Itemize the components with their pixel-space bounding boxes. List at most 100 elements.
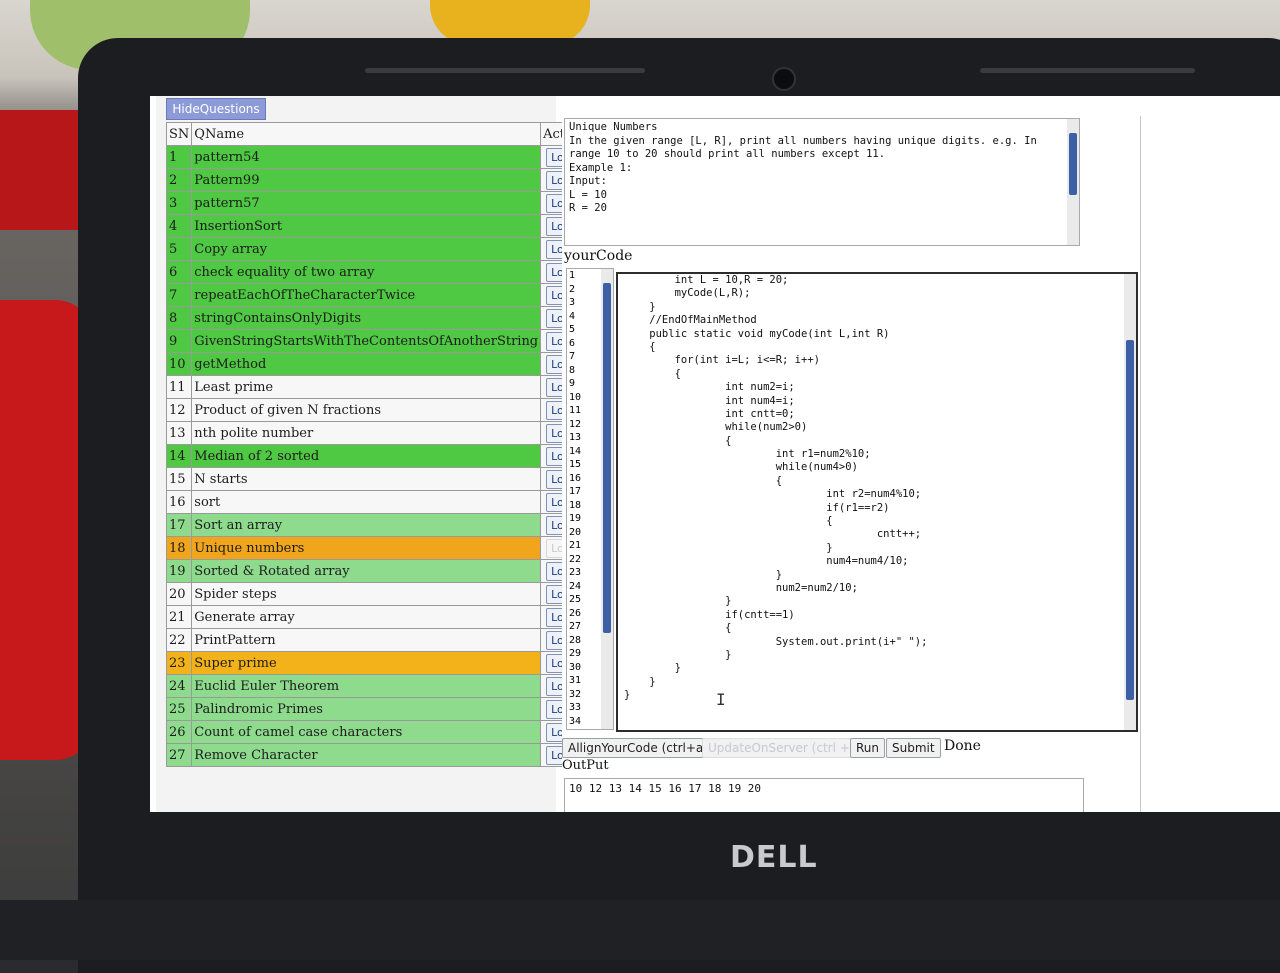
scrollbar-thumb[interactable] (1069, 133, 1077, 195)
code-line: public static void myCode(int L,int R) (624, 327, 890, 340)
row-qname: Spider steps (191, 582, 542, 606)
question-row: 9 GivenStringStartsWithTheContentsOfAnoth… (165, 329, 589, 353)
run-button[interactable]: Run (850, 738, 886, 758)
question-row: 4InsertionSortLoad (165, 214, 589, 238)
question-row: 14Median of 2 sortedLoad (165, 444, 589, 468)
header-qname: QName (191, 122, 542, 146)
question-row: 8stringContainsOnlyDigitsLoad (165, 306, 589, 330)
row-qname: repeatEachOfTheCharacterTwice (191, 283, 542, 307)
row-sn: 26 (165, 720, 193, 744)
code-line: { (624, 622, 732, 635)
text-cursor-icon: I (716, 690, 726, 709)
question-row: 7repeatEachOfTheCharacterTwiceLoad (165, 283, 589, 307)
code-editor[interactable]: int L = 10,R = 20; myCode(L,R); } //EndO… (616, 272, 1138, 732)
code-line: } (624, 675, 656, 688)
description-scrollbar[interactable] (1067, 119, 1079, 245)
gutter-scrollbar[interactable] (601, 269, 613, 729)
question-row: 17Sort an arrayLoad (165, 513, 589, 537)
row-qname: Median of 2 sorted (191, 444, 542, 468)
row-sn: 7 (165, 283, 193, 307)
webcam-icon (772, 67, 796, 91)
code-line: { (624, 474, 783, 487)
code-line: int num2=i; (624, 381, 795, 394)
row-qname: Sort an array (191, 513, 542, 537)
row-qname: Remove Character (191, 743, 542, 767)
row-sn: 4 (165, 214, 193, 238)
question-row: 1pattern54Load (165, 145, 589, 169)
code-line: if(cntt==1) (624, 608, 795, 621)
align-code-button[interactable]: AllignYourCode (ctrl+a) (562, 738, 714, 758)
code-line: cntt++; (624, 528, 922, 541)
row-qname: nth polite number (191, 421, 542, 445)
question-row: 5Copy arrayLoad (165, 237, 589, 261)
code-line: for(int i=L; i<=R; i++) (624, 354, 820, 367)
row-sn: 12 (165, 398, 193, 422)
row-sn: 21 (165, 605, 193, 629)
submit-button[interactable]: Submit (886, 738, 941, 758)
description-line: Example 1: (569, 161, 633, 174)
code-line: } (624, 541, 833, 554)
code-line: while(num4>0) (624, 461, 858, 474)
row-qname: pattern54 (191, 145, 542, 169)
description-line: Unique Numbers (569, 121, 658, 133)
question-row: 24Euclid Euler TheoremLoad (165, 674, 589, 698)
row-qname: Product of given N fractions (191, 398, 542, 422)
description-line: Input: (569, 175, 607, 187)
update-on-server-button[interactable]: UpdateOnServer (ctrl + s) (702, 738, 871, 758)
code-line: } (624, 300, 656, 313)
row-sn: 18 (165, 536, 193, 560)
row-qname: Super prime (191, 651, 542, 675)
panel-divider (1140, 116, 1141, 812)
row-qname: InsertionSort (191, 214, 542, 238)
question-row: 3pattern57Load (165, 191, 589, 215)
question-row: 18Unique numbersLoad (165, 536, 589, 560)
row-sn: 5 (165, 237, 193, 261)
question-row: 10getMethodLoad (165, 352, 589, 376)
code-line: } (624, 595, 732, 608)
row-qname: stringContainsOnlyDigits (191, 306, 542, 330)
row-qname: Copy array (191, 237, 542, 261)
code-line: int num4=i; (624, 394, 795, 407)
row-sn: 9 (165, 329, 193, 353)
row-qname: Unique numbers (191, 536, 542, 560)
row-qname: check equality of two array (191, 260, 542, 284)
code-line: num4=num4/10; (624, 555, 909, 568)
question-row: 21Generate arrayLoad (165, 605, 589, 629)
row-sn: 19 (165, 559, 193, 583)
row-qname: Least prime (191, 375, 542, 399)
screen: HideQuestions SN QName Action 1pattern54… (150, 96, 1280, 812)
row-sn: 16 (165, 490, 193, 514)
question-description: Unique Numbers In the given range [L, R],… (564, 118, 1080, 246)
hide-questions-button[interactable]: HideQuestions (166, 98, 266, 120)
row-sn: 20 (165, 582, 193, 606)
question-list-panel: HideQuestions SN QName Action 1pattern54… (156, 96, 589, 812)
row-sn: 17 (165, 513, 193, 537)
scrollbar-thumb[interactable] (1126, 340, 1134, 700)
row-qname: Count of camel case characters (191, 720, 542, 744)
description-line: range 10 to 20 should print all numbers … (569, 148, 886, 160)
bezel-detail (365, 68, 645, 73)
code-line: num2=num2/10; (624, 581, 858, 594)
row-sn: 2 (165, 168, 193, 192)
row-sn: 1 (165, 145, 193, 169)
code-line: int L = 10,R = 20; (624, 274, 789, 286)
row-sn: 13 (165, 421, 193, 445)
question-row: 6check equality of two arrayLoad (165, 260, 589, 284)
row-sn: 22 (165, 628, 193, 652)
row-qname: Pattern99 (191, 168, 542, 192)
row-sn: 23 (165, 651, 193, 675)
row-qname: Generate array (191, 605, 542, 629)
question-row: 25Palindromic PrimesLoad (165, 697, 589, 721)
code-line: { (624, 434, 732, 447)
code-line: int cntt=0; (624, 407, 795, 420)
status-text: Done (944, 738, 981, 754)
code-line: { (624, 515, 833, 528)
editor-scrollbar[interactable] (1124, 274, 1136, 730)
scrollbar-thumb[interactable] (603, 283, 611, 633)
line-number-gutter: 1 2 3 4 5 6 7 8 9 10 11 12 13 14 15 16 17 18 19 20 21 22 23 24 2… (566, 268, 614, 730)
code-line: } (624, 648, 732, 661)
row-sn: 27 (165, 743, 193, 767)
row-qname: Palindromic Primes (191, 697, 542, 721)
question-row: 22PrintPatternLoad (165, 628, 589, 652)
description-line: R = 20 (569, 202, 607, 214)
